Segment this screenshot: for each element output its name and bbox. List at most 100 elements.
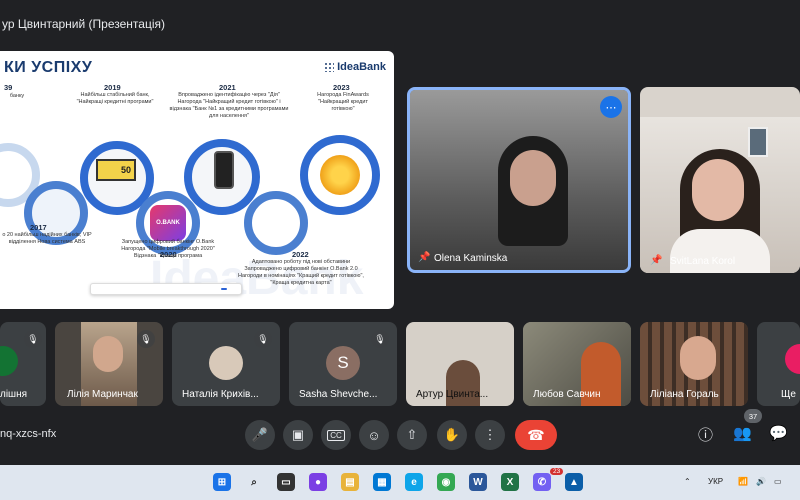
photos-icon[interactable]: ▲	[565, 473, 583, 491]
presenter-label-text: ур Цвинтарний (Презентація)	[2, 17, 165, 31]
hand-icon: ✋	[443, 427, 461, 442]
participant-tile-4[interactable]: S Sasha Shevche... 🎙	[289, 322, 397, 406]
microphone-button[interactable]: 🎤	[245, 420, 275, 450]
file-explorer-icon[interactable]: ▤	[341, 473, 359, 491]
person-face	[510, 150, 556, 206]
obank-logo: O.BANK	[150, 205, 186, 241]
volume-icon[interactable]: 🔊	[756, 477, 766, 486]
participant-tile-6[interactable]: Любов Савчин	[523, 322, 631, 406]
info-icon[interactable]: ⓘ	[698, 424, 713, 445]
present-button[interactable]: ⇧	[397, 420, 427, 450]
caption-2023: Нагорода FinAwards "Найкращий кредит гот…	[317, 92, 369, 112]
present-icon: ⇧	[406, 427, 418, 442]
more-options-button[interactable]: ⋮	[475, 420, 505, 450]
participant-tile-5[interactable]: Артур Цвинта...	[406, 322, 514, 406]
meeting-controls: nq-xzcs-nfx 🎤 ▣ CC ☺ ⇧ ✋ ⋮ ☎ ⓘ 👥 37 💬	[0, 409, 800, 454]
year-2017: 2017	[30, 223, 47, 232]
task-view-icon[interactable]: ▭	[277, 473, 295, 491]
meeting-code: nq-xzcs-nfx	[0, 428, 57, 440]
battery-icon[interactable]: ▭	[774, 477, 782, 486]
obank-text: O.BANK	[156, 220, 180, 226]
slide-title: КИ УСПІХУ	[4, 59, 93, 76]
chat-icon[interactable]: 💬	[769, 424, 788, 442]
timeline-circle	[244, 191, 308, 255]
excel-icon[interactable]: X	[501, 473, 519, 491]
participant-name: Любов Савчин	[533, 389, 601, 400]
caption-2017: о 20 найбільш надійних банків; VIP відді…	[2, 232, 92, 245]
meet-window: ур Цвинтарний (Презентація) КИ УСПІХУ Id…	[0, 0, 800, 465]
viber-icon[interactable]: ✆	[533, 473, 551, 491]
cookie-banner[interactable]	[90, 283, 242, 295]
finawards-emblem	[320, 155, 360, 195]
captions-button[interactable]: CC	[321, 420, 351, 450]
cookie-accept-button[interactable]	[221, 288, 227, 290]
avatar: S	[326, 346, 360, 380]
participant-name: Лілія Маринчак	[67, 389, 138, 400]
wall-picture	[748, 127, 768, 157]
more-options-icon[interactable]: ⋯	[600, 96, 622, 118]
people-icon[interactable]: 👥	[733, 424, 752, 442]
people-count-badge: 37	[744, 409, 762, 423]
pin-icon[interactable]: 📌	[650, 255, 662, 266]
avatar	[0, 346, 18, 376]
leave-call-button[interactable]: ☎	[515, 420, 557, 450]
caption-2019: Найбільш стабільний банк, "Найкращі кред…	[76, 92, 154, 105]
caption-2021: Впроваджено ідентифікацію через "Дія" На…	[169, 92, 289, 119]
participant-tile-1[interactable]: лішня 🎙	[0, 322, 46, 406]
chrome-icon[interactable]: ◉	[437, 473, 455, 491]
caption-2020: Запущено цифровий банкінг O.Bank Нагород…	[121, 239, 215, 259]
store-icon[interactable]: ▦	[373, 473, 391, 491]
participant-tile-8[interactable]: Ще	[757, 322, 800, 406]
participant-name: Ліліана Гораль	[650, 389, 719, 400]
caption-2009: банку	[9, 93, 25, 99]
logo-text: IdeaBank	[337, 61, 386, 73]
pin-icon[interactable]: 📌	[418, 252, 430, 263]
mic-off-icon: 🎙	[24, 330, 42, 348]
year-2023: 2023	[333, 83, 350, 92]
participant-name: Ще	[781, 389, 796, 400]
price-value: 50	[120, 165, 131, 175]
edge-icon[interactable]: e	[405, 473, 423, 491]
wifi-icon[interactable]: 📶	[738, 477, 748, 486]
mic-off-icon: 🎙	[137, 330, 155, 348]
logo-dots-icon	[324, 62, 335, 72]
year-2019: 2019	[104, 83, 121, 92]
participant-tile-2[interactable]: Лілія Маринчак 🎙	[55, 322, 163, 406]
camera-button[interactable]: ▣	[283, 420, 313, 450]
caption-2022: Адаптовано роботу під нові обставини Зап…	[238, 259, 364, 286]
participant-tile-7[interactable]: Ліліана Гораль	[640, 322, 748, 406]
idea-bank-logo: IdeaBank	[324, 61, 386, 73]
person-face	[692, 159, 744, 221]
participant-name: Наталія Крихів...	[182, 389, 259, 400]
avatar	[785, 344, 800, 374]
language-indicator[interactable]: УКР	[708, 477, 723, 486]
search-icon[interactable]: ⌕	[245, 473, 263, 491]
avatar	[209, 346, 243, 380]
year-2021: 2021	[219, 83, 236, 92]
participant-name: Olena Kaminska	[434, 253, 508, 264]
viber-badge: 23	[550, 468, 564, 475]
participant-name: лішня	[0, 389, 28, 400]
participant-name: SvitLana Korol	[670, 256, 736, 267]
word-icon[interactable]: W	[469, 473, 487, 491]
emoji-button[interactable]: ☺	[359, 420, 389, 450]
raise-hand-button[interactable]: ✋	[437, 420, 467, 450]
chat-app-icon[interactable]: ●	[309, 473, 327, 491]
presentation-slide[interactable]: КИ УСПІХУ IdeaBank IdeaBank 39 банку 201…	[0, 51, 394, 309]
phone-hangup-icon: ☎	[527, 426, 545, 443]
participant-tile-svitlana[interactable]: SvitLana Korol 📌	[640, 87, 800, 273]
more-vertical-icon: ⋮	[483, 427, 497, 442]
participant-tile-olena[interactable]: ⋯ Olena Kaminska 📌	[407, 87, 631, 273]
mic-off-icon: 🎙	[371, 330, 389, 348]
participant-tile-3[interactable]: Наталія Крихів... 🎙	[172, 322, 280, 406]
windows-taskbar: ⊞ ⌕ ▭ ● ▤ ▦ e ◉ W X ✆ 23 ▲ ⌃ УКР 📶 🔊 ▭	[0, 465, 800, 500]
mic-icon: 🎤	[251, 427, 269, 442]
year-2022: 2022	[292, 250, 309, 259]
price-tag: 50	[96, 159, 136, 181]
tray-chevron-icon[interactable]: ⌃	[684, 477, 691, 486]
windows-start-icon[interactable]: ⊞	[213, 473, 231, 491]
year-2009: 39	[4, 83, 13, 92]
participant-name: Артур Цвинта...	[416, 389, 489, 400]
captions-icon: CC	[327, 429, 345, 441]
mic-off-icon: 🎙	[254, 330, 272, 348]
